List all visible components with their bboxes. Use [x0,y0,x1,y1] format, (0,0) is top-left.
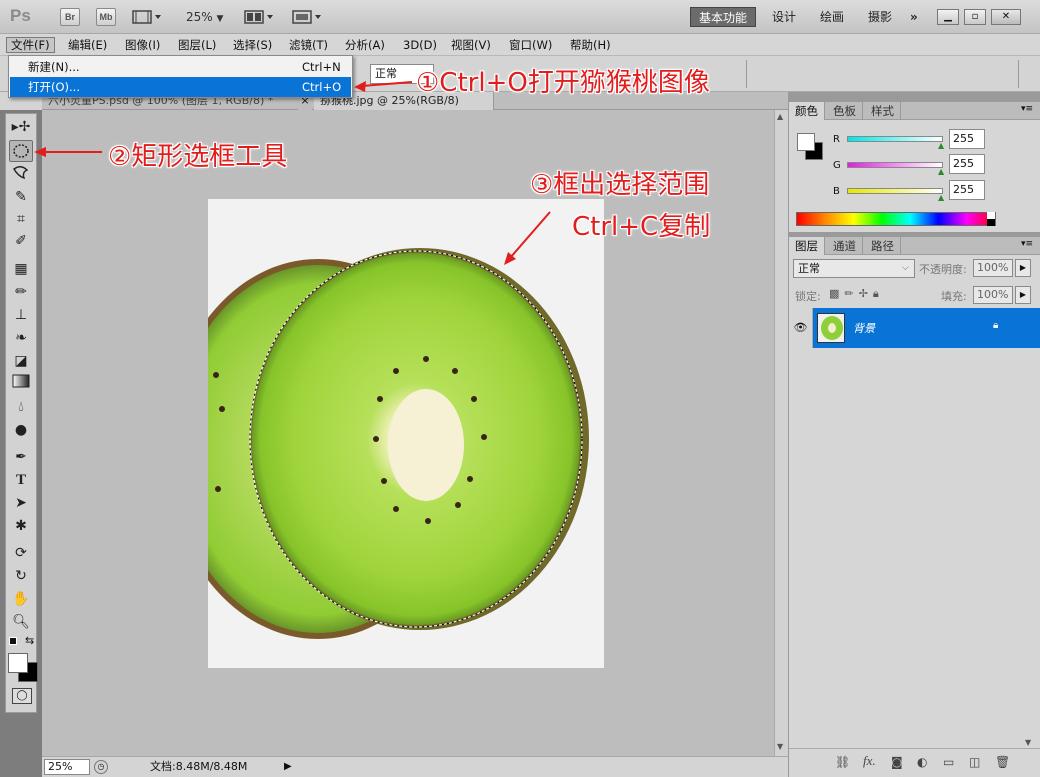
annotation-step1: ①Ctrl+O打开猕猴桃图像 [416,68,710,98]
annotation-arrows [34,81,551,265]
annotation-step3-line1: ③框出选择范围 [530,170,710,200]
annotation-step3-line2: Ctrl+C复制 [572,212,711,242]
annotation-step2: ②矩形选框工具 [108,142,288,172]
